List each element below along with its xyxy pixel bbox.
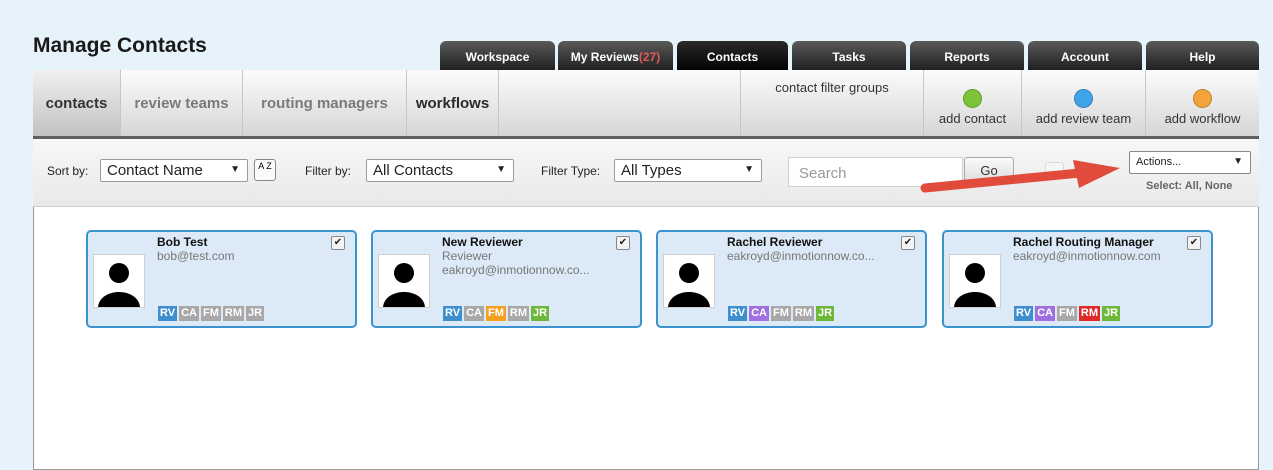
tab-my-reviews[interactable]: My Reviews (27) [558,41,673,72]
caret-down-icon: ▼ [744,164,754,175]
role-badge-rv[interactable]: RV [158,306,178,321]
contact-card[interactable]: Bob Test bob@test.com ✔ RV CA FM RM JR [86,230,357,328]
sort-az-icon: A Z [258,161,272,171]
subtab-routing-managers[interactable]: routing managers [243,70,407,136]
actions-select[interactable]: Actions... ▼ [1129,151,1251,174]
add-review-team-button[interactable]: add review team [1021,70,1145,136]
avatar-placeholder-icon [663,254,715,308]
tab-tasks[interactable]: Tasks [792,41,906,72]
filter-type-select[interactable]: All Types ▼ [614,159,762,182]
card-checkbox[interactable]: ✔ [901,236,915,250]
orange-circle-icon [1193,89,1212,108]
role-badge-rv[interactable]: RV [443,306,463,321]
avatar-placeholder-icon [949,254,1001,308]
role-badges: RV CA FM RM JR [1014,306,1121,321]
tab-account[interactable]: Account [1028,41,1142,72]
avatar-placeholder-icon [93,254,145,308]
role-badge-rm[interactable]: RM [1078,306,1100,321]
contact-card[interactable]: New Reviewer Reviewer eakroyd@inmotionno… [371,230,642,328]
card-checkbox[interactable]: ✔ [331,236,345,250]
tab-help[interactable]: Help [1146,41,1259,72]
contact-name: New Reviewer [442,235,523,249]
select-all-none: Select: All, None [1146,180,1233,192]
caret-down-icon: ▼ [230,164,240,175]
sort-direction-button[interactable]: A Z [254,159,276,181]
contact-card[interactable]: Rachel Routing Manager eakroyd@inmotionn… [942,230,1213,328]
role-badge-rm[interactable]: RM [222,306,244,321]
subtab-review-teams[interactable]: review teams [121,70,243,136]
page-title: Manage Contacts [33,34,207,57]
caret-down-icon: ▼ [496,164,506,175]
role-badges: RV CA FM RM JR [728,306,835,321]
role-badge-fm[interactable]: FM [200,306,221,321]
tab-reports[interactable]: Reports [910,41,1024,72]
role-badge-jr[interactable]: JR [1101,306,1121,321]
add-contact-button[interactable]: add contact [923,70,1021,136]
select-none-link[interactable]: None [1205,180,1233,192]
role-badge-jr[interactable]: JR [245,306,265,321]
role-badge-fm[interactable]: FM [1056,306,1077,321]
role-badges: RV CA FM RM JR [158,306,265,321]
role-badge-jr[interactable]: JR [530,306,550,321]
tab-workspace[interactable]: Workspace [440,41,555,72]
role-badges: RV CA FM RM JR [443,306,550,321]
contact-filter-groups-link[interactable]: contact filter groups [740,70,923,136]
caret-down-icon: ▼ [1233,156,1243,167]
sort-by-label: Sort by: [47,164,89,178]
blue-circle-icon [1074,89,1093,108]
tab-contacts[interactable]: Contacts [677,41,788,72]
select-all-link[interactable]: All [1185,180,1199,192]
role-badge-jr[interactable]: JR [815,306,835,321]
role-badge-rv[interactable]: RV [1014,306,1034,321]
role-badge-fm[interactable]: FM [770,306,791,321]
contact-detail-line: bob@test.com [157,249,235,263]
reviews-count-badge: (27) [638,49,661,64]
role-badge-rv[interactable]: RV [728,306,748,321]
subtab-contacts[interactable]: contacts [33,70,121,136]
green-circle-icon [963,89,982,108]
add-workflow-button[interactable]: add workflow [1145,70,1259,136]
card-checkbox[interactable]: ✔ [616,236,630,250]
contact-detail-line: eakroyd@inmotionnow.com [1013,249,1161,263]
subtab-workflows[interactable]: workflows [407,70,499,136]
contact-name: Rachel Routing Manager [1013,235,1154,249]
role-badge-ca[interactable]: CA [749,306,769,321]
role-badge-fm[interactable]: FM [485,306,506,321]
sort-by-select[interactable]: Contact Name ▼ [100,159,248,182]
card-checkbox[interactable]: ✔ [1187,236,1201,250]
annotation-arrow-icon [920,160,1120,193]
contact-card[interactable]: Rachel Reviewer eakroyd@inmotionnow.co..… [656,230,927,328]
contact-detail-line: eakroyd@inmotionnow.co... [442,263,590,277]
role-badge-ca[interactable]: CA [1035,306,1055,321]
filter-type-label: Filter Type: [541,164,601,178]
avatar-placeholder-icon [378,254,430,308]
role-badge-rm[interactable]: RM [507,306,529,321]
contact-detail-line: eakroyd@inmotionnow.co... [727,249,875,263]
role-badge-ca[interactable]: CA [179,306,199,321]
role-badge-rm[interactable]: RM [792,306,814,321]
contact-detail-line: Reviewer [442,249,493,263]
filter-by-select[interactable]: All Contacts ▼ [366,159,514,182]
subnav-bar: contacts review teams routing managers w… [33,70,1259,139]
role-badge-ca[interactable]: CA [464,306,484,321]
filter-by-label: Filter by: [305,164,352,178]
contact-name: Rachel Reviewer [727,235,823,249]
contact-name: Bob Test [157,235,208,249]
